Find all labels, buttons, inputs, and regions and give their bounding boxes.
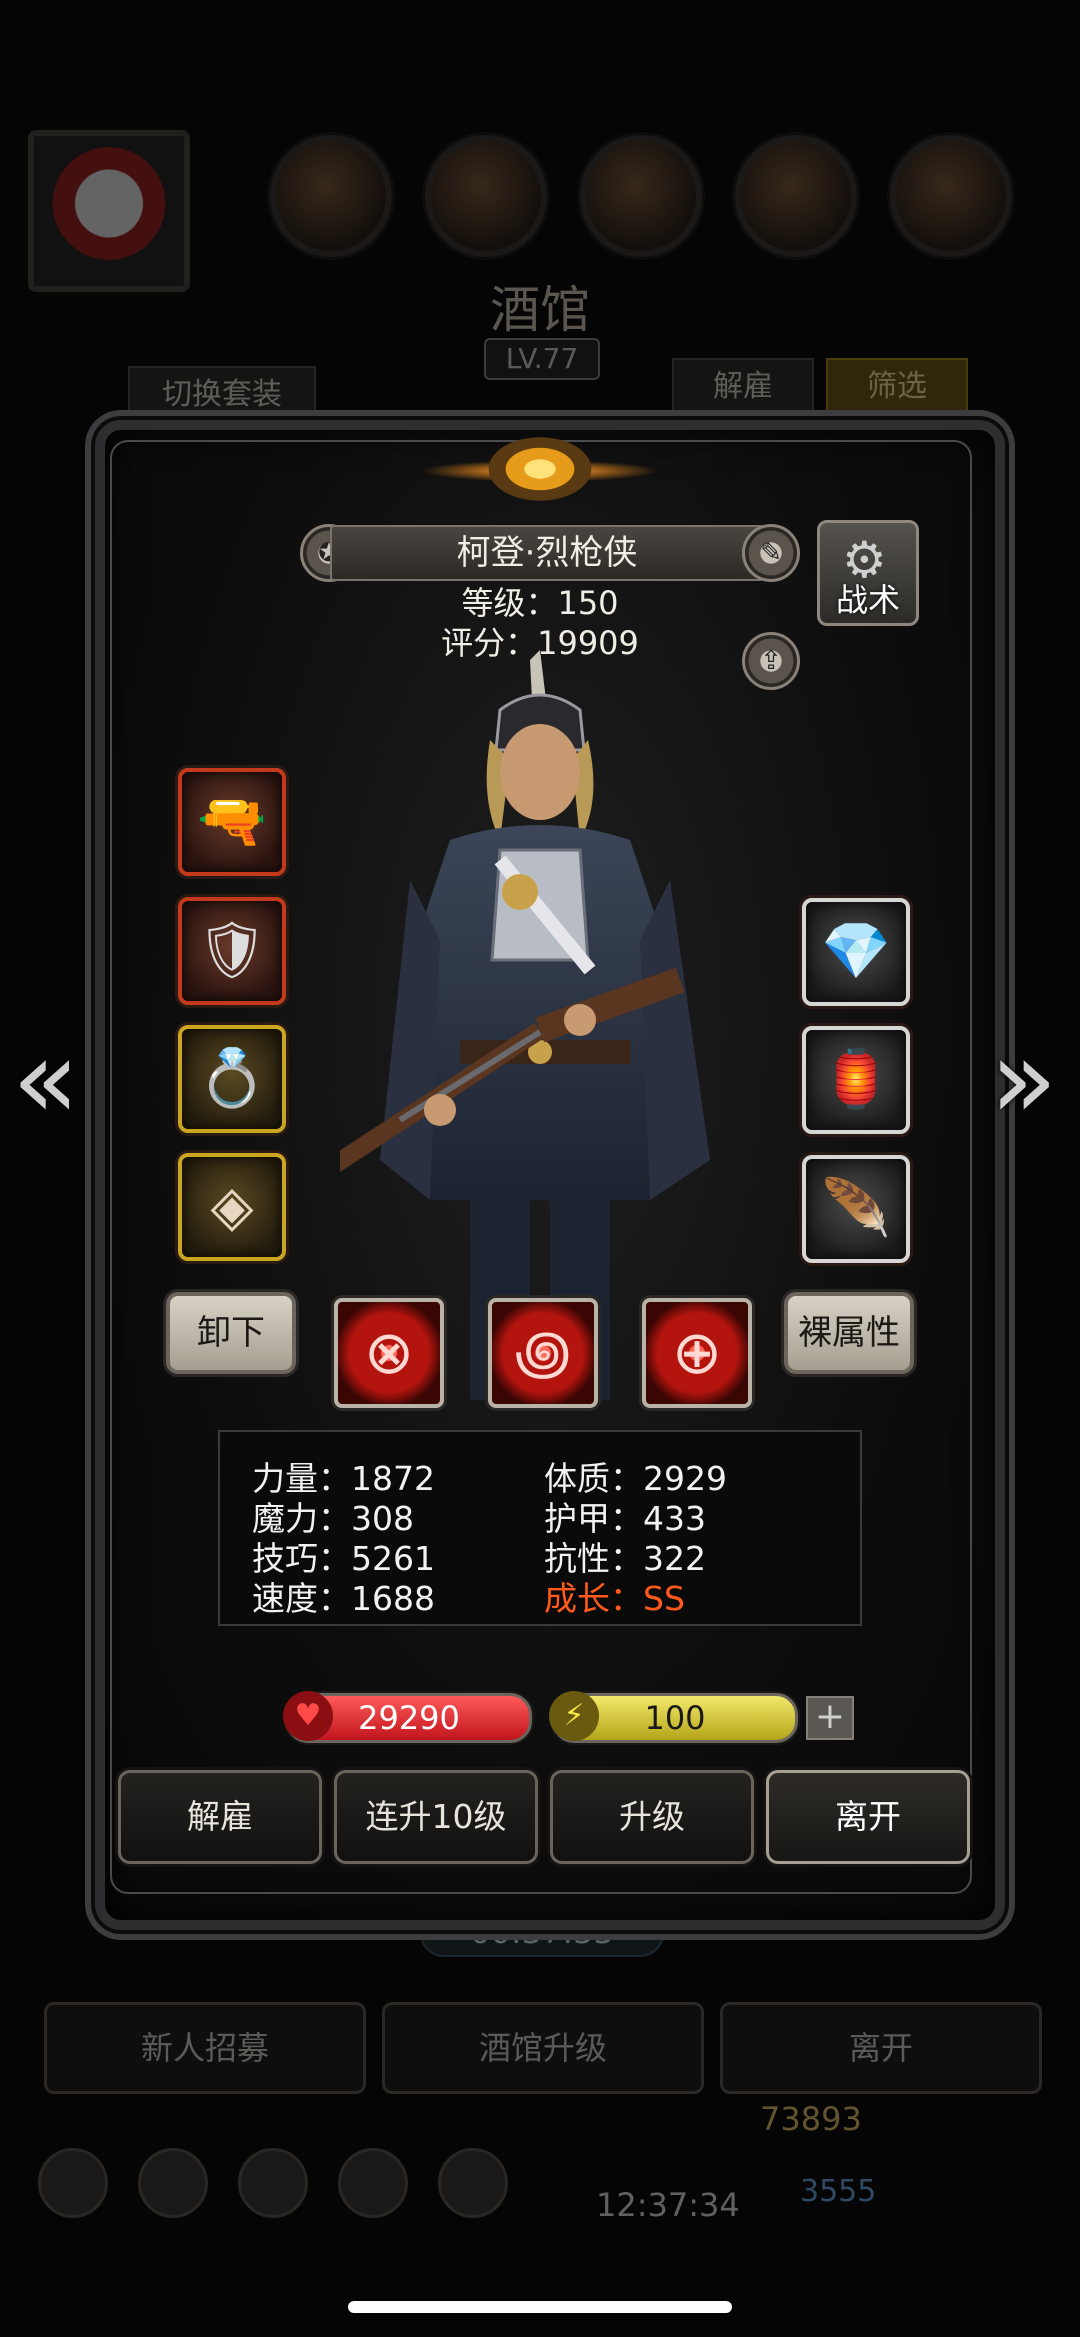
target-skill-icon: ⊕ xyxy=(671,1318,723,1388)
hero-name: 柯登·烈枪侠 xyxy=(330,525,764,581)
equip-slot-necklace[interactable]: 💍 xyxy=(178,1025,286,1133)
equip-slot-gem[interactable]: 💎 xyxy=(802,898,910,1006)
menu-icon-1 xyxy=(270,135,392,257)
tavern-upgrade-button: 酒馆升级 xyxy=(382,2002,704,2094)
crest-emblem xyxy=(480,432,600,506)
heart-icon: ♥ xyxy=(283,1691,333,1741)
next-hero-arrow[interactable]: » xyxy=(990,1015,1057,1143)
leave-button[interactable]: 离开 xyxy=(766,1770,970,1864)
skill-slot-1[interactable]: ⊗ xyxy=(334,1298,444,1408)
equip-slot-armor[interactable]: 🛡 xyxy=(178,897,286,1005)
menu-icon-2 xyxy=(425,135,547,257)
dock-icon-2 xyxy=(138,2148,208,2218)
menu-icon-3 xyxy=(580,135,702,257)
gem-stone-icon: 💎 xyxy=(821,919,891,984)
energy-bar: ⚡ 100 xyxy=(549,1691,798,1743)
menu-icon-5 xyxy=(890,135,1012,257)
home-indicator[interactable] xyxy=(348,2301,732,2313)
upgrade-button[interactable]: 升级 xyxy=(550,1770,754,1864)
bg-leave-button: 离开 xyxy=(720,2002,1042,2094)
crosshair-skill-icon: ⊗ xyxy=(363,1318,415,1388)
equip-slot-pistol[interactable]: 🔫 xyxy=(178,768,286,876)
necklace-icon: 💍 xyxy=(197,1046,267,1111)
upgrade-10-button[interactable]: 连升10级 xyxy=(334,1770,538,1864)
skill-slot-2[interactable]: ꩜ xyxy=(488,1298,598,1408)
add-energy-button[interactable]: + xyxy=(806,1696,854,1740)
tile-icon: ◈ xyxy=(210,1174,254,1239)
new-recruit-button: 新人招募 xyxy=(44,2002,366,2094)
hp-bar: ♥ 29290 xyxy=(283,1691,532,1743)
lightning-icon: ⚡ xyxy=(549,1691,599,1741)
attr-speed: 速度：1688 xyxy=(252,1579,435,1618)
tavern-title: 酒馆 xyxy=(490,281,590,339)
dock-icon-1 xyxy=(38,2148,108,2218)
energy-value: 100 xyxy=(644,1699,706,1737)
equip-slot-wing[interactable]: 🪶 xyxy=(802,1155,910,1263)
bg-dismiss-button: 解雇 xyxy=(672,358,814,416)
filter-button: 筛选 xyxy=(826,358,968,416)
wing-icon: 🪶 xyxy=(821,1176,891,1241)
gold-count: 73893 xyxy=(760,2100,862,2138)
edit-name-icon[interactable]: ✎ xyxy=(742,524,800,582)
equip-slot-tile[interactable]: ◈ xyxy=(178,1153,286,1261)
tavern-level: LV.77 xyxy=(484,338,600,380)
dock-icon-4 xyxy=(338,2148,408,2218)
armor-icon: 🛡 xyxy=(196,918,268,983)
unequip-button[interactable]: 卸下 xyxy=(166,1292,296,1374)
player-avatar xyxy=(28,130,190,292)
hp-value: 29290 xyxy=(358,1699,460,1737)
lantern-icon: 🏮 xyxy=(821,1047,891,1112)
attr-growth: 成长：SS xyxy=(544,1579,685,1618)
dismiss-button[interactable]: 解雇 xyxy=(118,1770,322,1864)
dock-icon-3 xyxy=(238,2148,308,2218)
prev-hero-arrow[interactable]: « xyxy=(12,1015,79,1143)
naked-stats-button[interactable]: 裸属性 xyxy=(784,1292,914,1374)
skill-slot-3[interactable]: ⊕ xyxy=(642,1298,752,1408)
equip-slot-lantern[interactable]: 🏮 xyxy=(802,1026,910,1134)
clock: 12:37:34 xyxy=(596,2186,740,2224)
vortex-skill-icon: ꩜ xyxy=(514,1318,572,1388)
pistol-icon: 🔫 xyxy=(197,789,267,854)
menu-icon-4 xyxy=(735,135,857,257)
dock-icon-5 xyxy=(438,2148,508,2218)
gem-count: 3555 xyxy=(800,2174,877,2209)
switch-outfit-button: 切换套装 xyxy=(128,366,316,424)
